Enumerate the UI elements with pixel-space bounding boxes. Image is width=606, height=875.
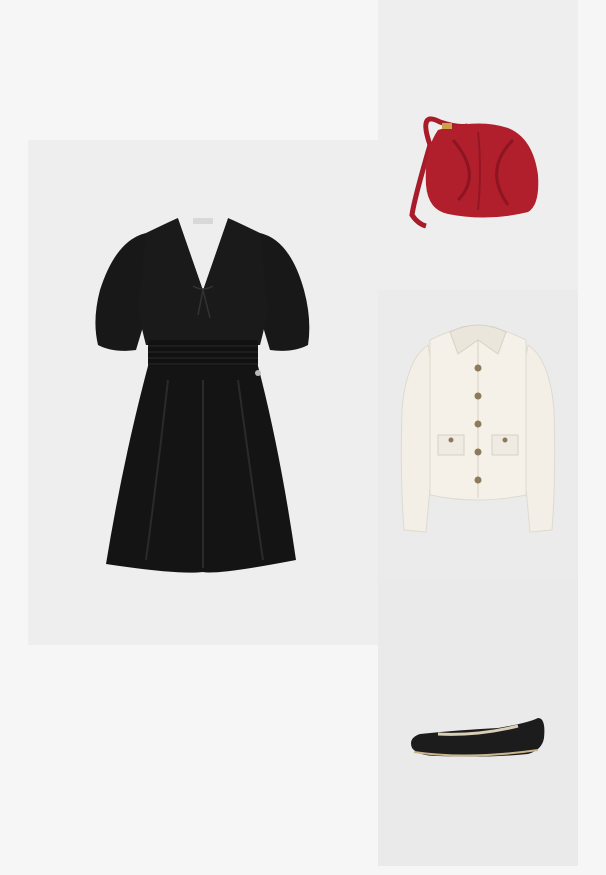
bag-tile[interactable]: [378, 0, 578, 290]
flats-image: [411, 718, 545, 757]
dress-tile[interactable]: [28, 140, 378, 645]
bag-image: [409, 116, 539, 229]
cardigan-tile[interactable]: [378, 290, 578, 578]
flats-tile[interactable]: [378, 578, 578, 866]
cardigan-image: [400, 324, 556, 533]
dress-image: [95, 218, 310, 573]
